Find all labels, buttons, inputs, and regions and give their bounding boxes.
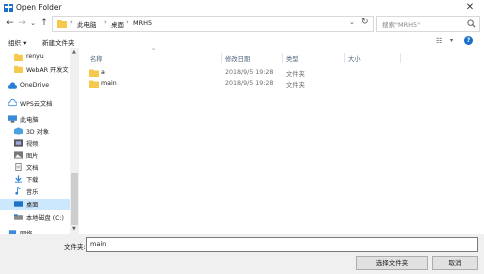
pictures-icon <box>14 151 23 159</box>
sidebar-item-label: 图片 <box>26 153 39 160</box>
folder-icon <box>14 65 23 73</box>
sidebar-item-pictures[interactable]: 图片 <box>0 150 70 161</box>
sidebar-item-desktop[interactable]: 桌面 <box>0 199 70 210</box>
file-name: main <box>101 80 117 87</box>
disk-icon <box>14 214 23 220</box>
scroll-up-icon[interactable]: ▲ <box>72 49 76 55</box>
file-date: 2018/9/5 19:28 <box>225 80 274 87</box>
sidebar-item-label: 此电脑 <box>20 117 39 124</box>
sidebar-item-label: 本地磁盘 (C:) <box>26 215 64 222</box>
sidebar-item-webar[interactable]: WebAR 开发文 <box>0 64 70 75</box>
column-divider[interactable] <box>400 53 401 63</box>
app-icon <box>4 4 13 12</box>
table-row[interactable]: a 2018/9/5 19:28 文件夹 <box>84 68 404 79</box>
sidebar-item-label: OneDrive <box>20 82 50 89</box>
scroll-down-icon[interactable]: ▼ <box>72 226 76 232</box>
organize-button[interactable]: 组织 ▾ <box>8 37 26 47</box>
sidebar-item-label: 桌面 <box>26 202 39 209</box>
sidebar-item-onedrive[interactable]: OneDrive <box>0 81 70 92</box>
sidebar-item-label: 3D 对象 <box>26 129 50 136</box>
sidebar-item-music[interactable]: 音乐 <box>0 186 70 197</box>
folder-icon <box>57 20 67 28</box>
up-button[interactable]: ↑ <box>38 17 50 29</box>
document-icon <box>15 163 22 171</box>
chevron-down-icon[interactable]: ▾ <box>450 37 453 44</box>
sidebar-scrollbar[interactable]: ▲ ▼ <box>70 48 79 234</box>
file-type: 文件夹 <box>286 71 305 78</box>
column-header-size[interactable]: 大小 <box>348 54 361 63</box>
folder-icon <box>89 69 99 77</box>
sidebar-item-label: 视频 <box>26 141 39 148</box>
search-input[interactable]: 搜索"MRH5" <box>382 19 420 29</box>
select-folder-button[interactable]: 选择文件夹 <box>356 256 428 270</box>
download-icon <box>14 175 23 183</box>
cancel-button[interactable]: 取消 <box>432 256 478 270</box>
breadcrumb-desktop[interactable]: 桌面 <box>111 19 124 29</box>
breadcrumb-mrh5[interactable]: MRH5 <box>133 19 152 27</box>
folder-name-label: 文件夹: <box>64 243 86 251</box>
cloud-icon <box>8 82 17 89</box>
scrollbar-thumb[interactable] <box>71 173 78 225</box>
desktop-icon <box>14 201 23 207</box>
address-bar[interactable]: › 此电脑 › 桌面 › MRH5 ⌄ ↻ <box>52 16 374 32</box>
refresh-icon[interactable]: ↻ <box>361 17 369 27</box>
column-divider[interactable] <box>344 53 345 63</box>
music-icon <box>15 187 21 195</box>
sidebar-item-wps-cloud[interactable]: WPS云文档 <box>0 98 70 109</box>
search-icon[interactable] <box>467 19 476 28</box>
column-header-name[interactable]: 名称 <box>90 54 103 63</box>
sort-indicator-icon: ^ <box>151 48 157 55</box>
wps-cloud-icon <box>8 99 17 107</box>
column-header-date[interactable]: 修改日期 <box>225 54 250 63</box>
video-icon <box>14 139 23 147</box>
table-row[interactable]: main 2018/9/5 19:28 文件夹 <box>84 79 404 90</box>
file-date: 2018/9/5 19:28 <box>225 69 274 76</box>
folder-icon <box>14 53 23 61</box>
folder-icon <box>89 80 99 88</box>
breadcrumb-separator: › <box>70 18 73 26</box>
sidebar-item-renyu[interactable]: renyu <box>0 52 70 63</box>
sidebar-item-label: WPS云文档 <box>20 101 53 108</box>
column-divider[interactable] <box>221 53 222 63</box>
sidebar-item-documents[interactable]: 文档 <box>0 162 70 173</box>
sidebar-item-label: 文档 <box>26 165 39 172</box>
sidebar-item-videos[interactable]: 视频 <box>0 138 70 149</box>
breadcrumb-separator: › <box>104 18 107 26</box>
help-icon[interactable]: ? <box>464 36 473 45</box>
sidebar-item-label: 音乐 <box>26 189 39 196</box>
back-button[interactable]: ← <box>4 17 16 29</box>
sidebar-item-label: WebAR 开发文 <box>26 67 69 74</box>
sidebar-item-label: 下载 <box>26 177 39 184</box>
new-folder-button[interactable]: 新建文件夹 <box>42 37 75 47</box>
close-icon[interactable]: ✕ <box>462 1 478 15</box>
toolbar: 组织 ▾ 新建文件夹 ☷ ▾ ? <box>0 34 484 48</box>
window-title: Open Folder <box>16 3 62 12</box>
breadcrumb-this-pc[interactable]: 此电脑 <box>77 19 97 29</box>
view-options-icon[interactable]: ☷ <box>436 37 442 45</box>
search-box[interactable]: 搜索"MRH5" <box>376 16 480 32</box>
column-header-type[interactable]: 类型 <box>286 54 299 63</box>
sidebar-item-downloads[interactable]: 下载 <box>0 174 70 185</box>
sidebar-item-local-disk[interactable]: 本地磁盘 (C:) <box>0 212 70 223</box>
sidebar-item-label: renyu <box>26 53 44 60</box>
file-type: 文件夹 <box>286 82 305 89</box>
computer-icon <box>8 115 17 123</box>
address-dropdown-icon[interactable]: ⌄ <box>349 18 355 26</box>
sidebar-item-3d-objects[interactable]: 3D 对象 <box>0 126 70 137</box>
column-divider[interactable] <box>282 53 283 63</box>
breadcrumb-separator: › <box>126 18 129 26</box>
title-bar: Open Folder ✕ <box>0 0 484 16</box>
file-name: a <box>101 69 105 76</box>
navigation-pane: renyu WebAR 开发文 OneDrive WPS云文档 此电脑 3D 对… <box>0 48 80 234</box>
sidebar-item-this-pc[interactable]: 此电脑 <box>0 114 70 125</box>
folder-name-input[interactable]: main <box>86 237 478 252</box>
folder-name-value[interactable]: main <box>90 240 106 248</box>
cube-icon <box>14 127 23 135</box>
